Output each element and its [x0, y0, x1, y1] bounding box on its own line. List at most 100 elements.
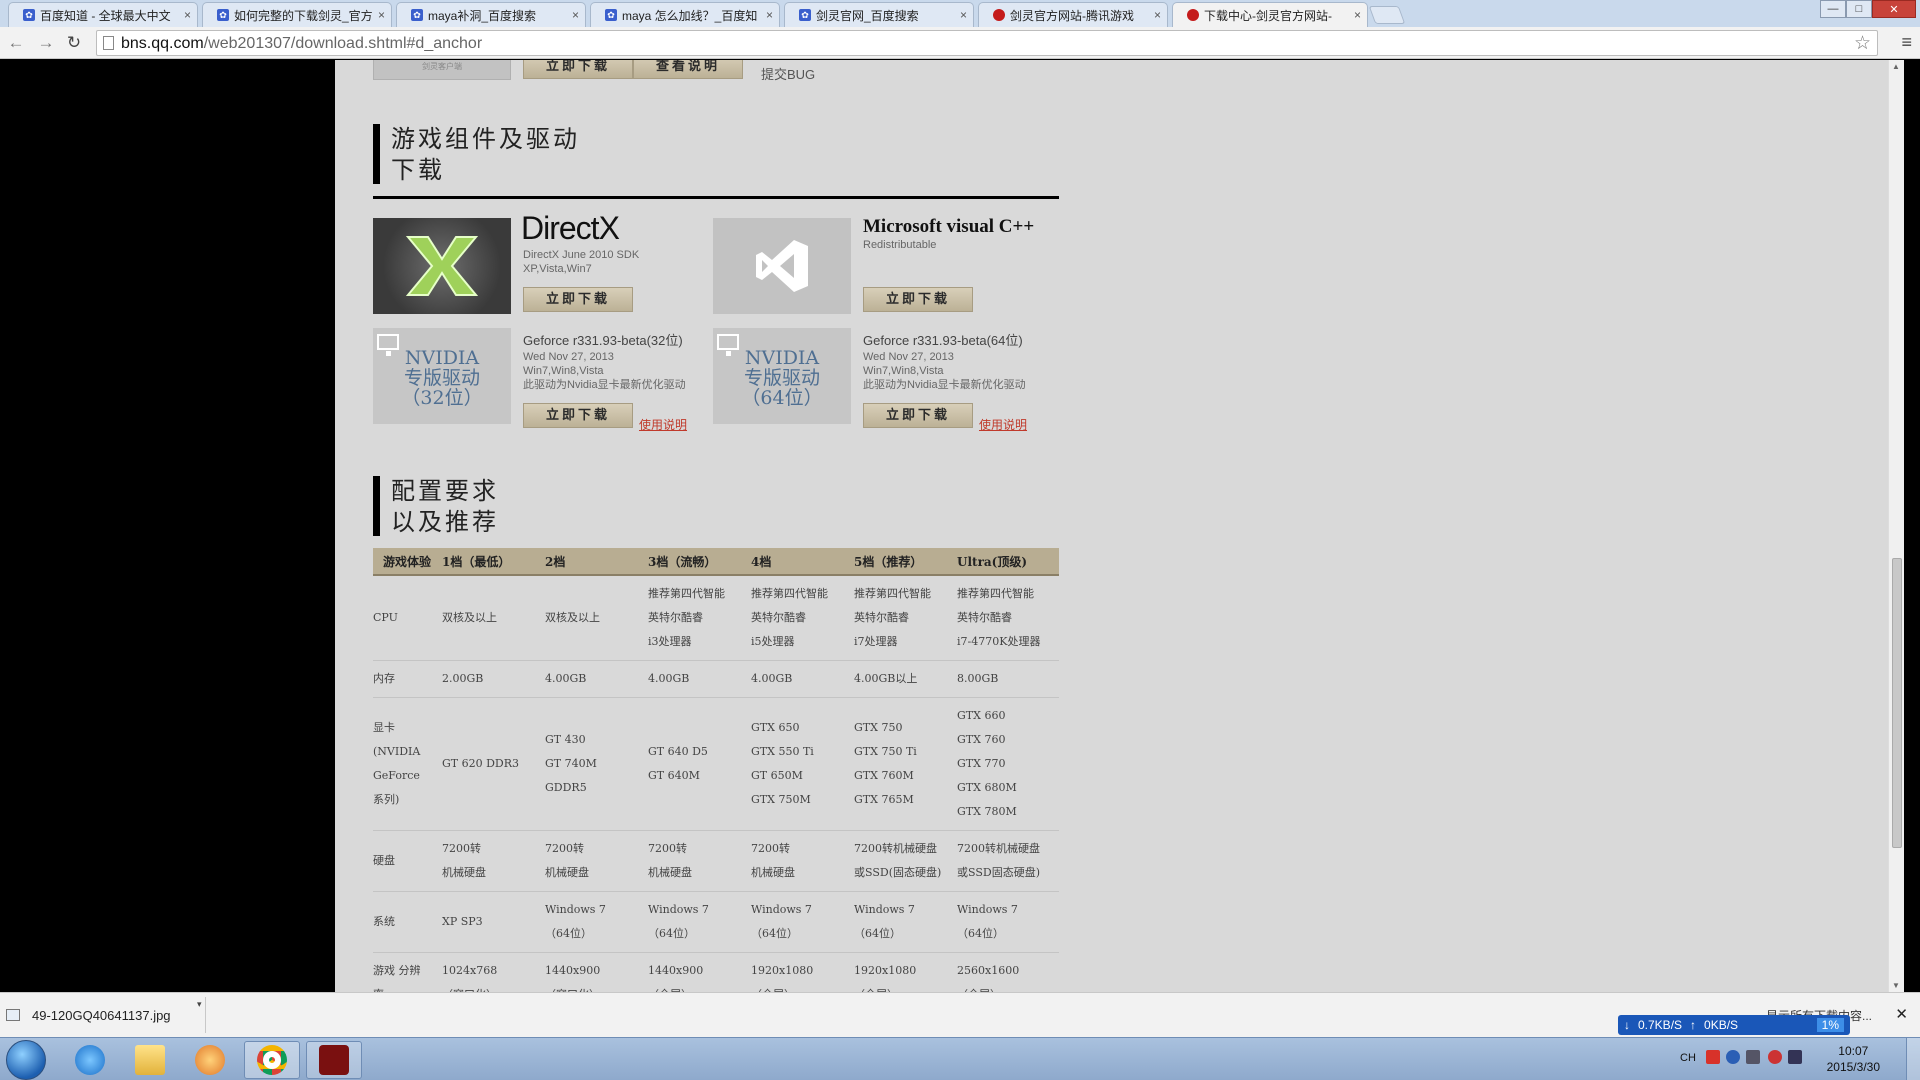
close-window-button[interactable]: ✕	[1872, 0, 1916, 18]
volume-icon[interactable]	[1788, 1050, 1802, 1064]
tab-bns-home[interactable]: 剑灵官方网站-腾讯游戏 ×	[978, 2, 1168, 27]
nvidia-32-download-button[interactable]: 立即下载	[523, 403, 633, 428]
maximize-button[interactable]: □	[1846, 0, 1872, 18]
url-text[interactable]: bns.qq.com/web201307/download.shtml#d_an…	[121, 35, 482, 53]
reload-button[interactable]: ↻	[64, 33, 84, 53]
network-monitor: ↓ 0.7KB/S ↑ 0KB/S 1%	[1618, 1015, 1850, 1035]
cell-line: GTX 680M	[957, 781, 1017, 794]
clock[interactable]: 10:07 2015/3/30	[1827, 1043, 1880, 1075]
nvidia-64-help-link[interactable]: 使用说明	[979, 416, 1027, 433]
back-button[interactable]: ←	[6, 33, 26, 53]
cell-line: 1920x1080	[854, 964, 917, 977]
submit-bug-link[interactable]: 提交BUG	[761, 64, 815, 83]
tab-maya-search[interactable]: ✿ maya补洞_百度搜索 ×	[396, 2, 586, 27]
media-player-taskbar-button[interactable]	[182, 1041, 238, 1079]
bookmark-star-icon[interactable]: ☆	[1854, 32, 1871, 55]
directx-download-button[interactable]: 立即下载	[523, 287, 633, 312]
tab-label: 百度知道 - 全球最大中文	[40, 8, 171, 23]
clock-time: 10:07	[1838, 1044, 1869, 1058]
directx-x-icon	[405, 236, 479, 296]
tab-maya-question[interactable]: ✿ maya 怎么加线？_百度知 ×	[590, 2, 780, 27]
forward-button[interactable]: →	[36, 33, 56, 53]
show-desktop-button[interactable]	[1906, 1038, 1920, 1080]
table-cell: 7200转机械硬盘 或SSD固态硬盘)	[947, 830, 1059, 892]
client-thumbnail: 剑灵客户端	[373, 60, 511, 80]
tab-close-icon[interactable]: ×	[960, 8, 967, 22]
download-item[interactable]: 49-120GQ40641137.jpg	[6, 1001, 206, 1029]
address-bar[interactable]: bns.qq.com/web201307/download.shtml#d_an…	[96, 30, 1878, 56]
nvidia-32-desc: 此驱动为Nvidia显卡最新优化驱动	[523, 379, 686, 391]
nvidia-64-title: Geforce r331.93-beta(64位)	[863, 333, 1023, 348]
table-header-cell: 3档（流畅）	[638, 548, 741, 576]
system-tray: CH 10:07 2015/3/30	[1680, 1038, 1920, 1080]
table-cell: 4.00GB以上	[844, 660, 947, 698]
ie-taskbar-button[interactable]	[62, 1041, 118, 1079]
language-indicator[interactable]: CH	[1680, 1052, 1696, 1064]
row-header: 内存	[373, 660, 432, 698]
folder-icon	[135, 1045, 165, 1075]
paw-icon: ✿	[605, 9, 617, 21]
table-cell: GTX 750 GTX 750 Ti GTX 760M GTX 765M	[844, 697, 947, 831]
minimize-button[interactable]: —	[1820, 0, 1846, 18]
directx-sdk-text: DirectX June 2010 SDK	[523, 249, 640, 261]
help-icon[interactable]	[1726, 1050, 1740, 1064]
tab-close-icon[interactable]: ×	[378, 8, 385, 22]
scroll-up-icon[interactable]: ▲	[1892, 62, 1900, 71]
tab-bns-search[interactable]: ✿ 剑灵官网_百度搜索 ×	[784, 2, 974, 27]
browser-menu-icon[interactable]: ≡	[1901, 32, 1912, 53]
nvidia-32-image-text: NVIDIA 专版驱动 （32位）	[373, 348, 511, 408]
bns-taskbar-button[interactable]	[306, 1041, 362, 1079]
tab-baidu-zhidao[interactable]: ✿ 百度知道 - 全球最大中文 ×	[8, 2, 198, 27]
cell-line: （64位）	[545, 927, 592, 940]
download-shelf: 49-120GQ40641137.jpg ▾ 显示所有下载内容... ✕ ↓ 0…	[0, 992, 1920, 1037]
table-cell: Windows 7 （64位）	[844, 891, 947, 953]
requirements-table: 游戏体验 1档（最低） 2档 3档（流畅） 4档 5档（推荐） Ultra(顶级) CPU 双…	[373, 548, 1059, 992]
new-tab-button[interactable]	[1368, 6, 1406, 24]
tab-close-icon[interactable]: ×	[766, 8, 773, 22]
ie-icon	[75, 1045, 105, 1075]
cell-line: GTX 550 Ti	[751, 745, 814, 758]
network-icon[interactable]	[1768, 1050, 1782, 1064]
tab-download-guide[interactable]: ✿ 如何完整的下载剑灵_官方 ×	[202, 2, 392, 27]
table-header-cell: 4档	[741, 548, 844, 576]
vcpp-download-button[interactable]: 立即下载	[863, 287, 973, 312]
tab-close-icon[interactable]: ×	[1154, 8, 1161, 22]
nvidia-brand: NVIDIA	[744, 347, 820, 369]
nvidia-64-download-button[interactable]: 立即下载	[863, 403, 973, 428]
explorer-taskbar-button[interactable]	[122, 1041, 178, 1079]
cell-line: 7200转	[648, 842, 687, 855]
nvidia-32-help-link[interactable]: 使用说明	[639, 416, 687, 433]
cell-line: 4.00GB	[648, 672, 690, 685]
tab-close-icon[interactable]: ×	[184, 8, 191, 22]
tab-label: 下载中心-剑灵官方网站-	[1204, 8, 1332, 23]
table-cell: 4.00GB	[535, 660, 638, 698]
bns-icon	[1187, 9, 1199, 21]
nvidia-64-os: Win7,Win8,Vista	[863, 365, 944, 377]
cell-line: GT 640 D5	[648, 745, 708, 758]
visual-studio-icon	[756, 240, 808, 292]
client-download-strip: 剑灵客户端 立即下载 查看说明 提交BUG	[373, 60, 1059, 82]
tab-download-center[interactable]: 下载中心-剑灵官方网站- ×	[1172, 2, 1368, 27]
cell-line: 4.00GB	[545, 672, 587, 685]
client-readme-button[interactable]: 查看说明	[633, 60, 743, 79]
start-button[interactable]	[6, 1040, 46, 1080]
scrollbar-thumb[interactable]	[1892, 558, 1902, 848]
table-cell: 7200转 机械硬盘	[535, 830, 638, 892]
paw-icon: ✿	[217, 9, 229, 21]
sogou-icon[interactable]	[1706, 1050, 1720, 1064]
tray-expand-icon[interactable]	[1746, 1050, 1760, 1064]
scroll-down-icon[interactable]: ▼	[1892, 981, 1900, 990]
table-row: 游戏 分辨率1024x768（窗口化）1440x900（窗口化）1440x900…	[373, 952, 1059, 992]
nvidia-32-image: NVIDIA 专版驱动 （32位）	[373, 328, 511, 424]
cell-line: GTX 780M	[957, 805, 1017, 818]
page-scrollbar[interactable]: ▲ ▼	[1888, 60, 1904, 992]
client-download-button[interactable]: 立即下载	[523, 60, 633, 79]
tab-label: 如何完整的下载剑灵_官方	[234, 8, 373, 23]
tab-close-icon[interactable]: ×	[572, 8, 579, 22]
section-bar	[373, 476, 380, 536]
tab-close-icon[interactable]: ×	[1354, 8, 1361, 22]
chrome-taskbar-button[interactable]	[244, 1041, 300, 1079]
shelf-close-icon[interactable]: ✕	[1895, 1005, 1908, 1023]
table-body: CPU 双核及以上 双核及以上 推荐第四代智能 英特尔酷睿 i3处理器 推荐第四代智能 英特尔…	[373, 575, 1059, 992]
download-options-icon[interactable]: ▾	[197, 999, 202, 1010]
